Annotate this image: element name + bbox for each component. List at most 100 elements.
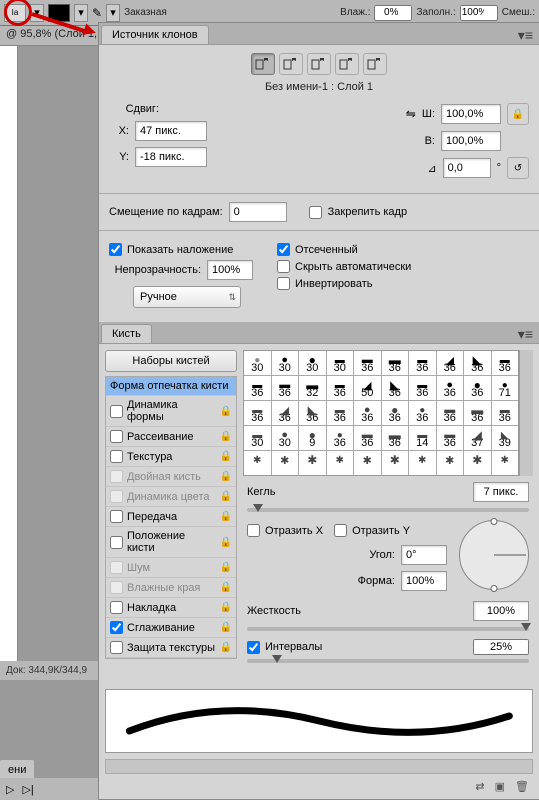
new-preset-icon[interactable]: ▣ bbox=[495, 780, 505, 793]
trash-icon[interactable]: 🗑 bbox=[515, 780, 529, 793]
dropdown-icon[interactable]: ▾ bbox=[74, 4, 88, 22]
opacity-input[interactable] bbox=[207, 260, 253, 280]
brush-preset-cell[interactable]: ▬36 bbox=[327, 401, 354, 425]
brush-preset-cell[interactable]: ▬36 bbox=[437, 426, 464, 450]
brush-preset-cell[interactable]: ◢36 bbox=[272, 401, 299, 425]
invert-checkbox[interactable] bbox=[277, 277, 290, 290]
brush-tab[interactable]: Кисть bbox=[101, 324, 152, 343]
flip-h-icon[interactable]: ⇋ bbox=[406, 107, 416, 121]
brush-preset-cell[interactable]: ▬36 bbox=[409, 376, 436, 400]
clipped-checkbox[interactable] bbox=[277, 243, 290, 256]
clone-slot-2[interactable] bbox=[279, 53, 303, 75]
brush-preset-cell[interactable]: ✱ bbox=[437, 451, 464, 475]
option-checkbox[interactable] bbox=[110, 450, 123, 463]
brush-preset-cell[interactable]: ◢37 bbox=[464, 426, 491, 450]
y-offset-input[interactable] bbox=[135, 147, 207, 167]
size-slider[interactable] bbox=[247, 508, 529, 512]
brush-preset-cell[interactable]: ▬30 bbox=[327, 351, 354, 375]
brush-preset-cell[interactable]: ◣36 bbox=[382, 376, 409, 400]
lock-aspect-button[interactable]: 🔒 bbox=[507, 103, 529, 125]
spacing-slider[interactable] bbox=[247, 659, 529, 663]
clone-slot-4[interactable] bbox=[335, 53, 359, 75]
clone-slot-1[interactable] bbox=[251, 53, 275, 75]
fill-input[interactable] bbox=[460, 5, 498, 21]
brush-preset-cell[interactable]: ▬30 bbox=[244, 426, 271, 450]
brush-preset-cell[interactable]: ▬36 bbox=[354, 426, 381, 450]
option-checkbox[interactable] bbox=[110, 561, 123, 574]
option-checkbox[interactable] bbox=[110, 430, 123, 443]
brush-preset-cell[interactable]: ◢36 bbox=[437, 351, 464, 375]
brush-preset-cell[interactable]: ✱ bbox=[244, 451, 271, 475]
brush-preset-cell[interactable]: ●30 bbox=[272, 351, 299, 375]
angle-roundness-widget[interactable] bbox=[459, 520, 529, 590]
brush-preset-cell[interactable]: ▬36 bbox=[244, 376, 271, 400]
lock-frame-checkbox[interactable] bbox=[309, 206, 322, 219]
width-input[interactable] bbox=[441, 104, 501, 124]
roundness-input[interactable] bbox=[401, 571, 447, 591]
brush-preset-cell[interactable]: ●71 bbox=[492, 376, 519, 400]
x-offset-input[interactable] bbox=[135, 121, 207, 141]
brush-preset-cell[interactable]: ▬36 bbox=[244, 401, 271, 425]
toggle-icon[interactable]: ⇄ bbox=[475, 780, 484, 793]
brush-preset-cell[interactable]: ✱ bbox=[327, 451, 354, 475]
brush-preset-cell[interactable]: ✱ bbox=[409, 451, 436, 475]
option-checkbox[interactable] bbox=[110, 581, 123, 594]
brush-option-item[interactable]: Положение кисти🔒 bbox=[106, 527, 236, 558]
brush-option-item[interactable]: Передача🔒 bbox=[106, 507, 236, 527]
spacing-input[interactable] bbox=[473, 639, 529, 655]
height-input[interactable] bbox=[441, 131, 501, 151]
panel-menu-icon[interactable]: ▾≡ bbox=[512, 27, 539, 44]
size-input[interactable] bbox=[473, 482, 529, 502]
brush-preset-cell[interactable]: ✱ bbox=[464, 451, 491, 475]
option-checkbox[interactable] bbox=[110, 510, 123, 523]
angle-input[interactable] bbox=[443, 158, 491, 178]
brush-preset-cell[interactable]: ▬14 bbox=[409, 426, 436, 450]
option-checkbox[interactable] bbox=[110, 536, 123, 549]
auto-hide-checkbox[interactable] bbox=[277, 260, 290, 273]
bottom-panel-tab[interactable]: ени bbox=[0, 760, 34, 780]
option-checkbox[interactable] bbox=[110, 470, 123, 483]
show-overlay-checkbox[interactable] bbox=[109, 243, 122, 256]
brush-preset-cell[interactable]: ◣39 bbox=[492, 426, 519, 450]
clone-source-tab[interactable]: Источник клонов bbox=[101, 25, 209, 44]
brush-preset-cell[interactable]: ✱ bbox=[299, 451, 326, 475]
brush-preset-cell[interactable]: ▬36 bbox=[327, 376, 354, 400]
brush-preset-cell[interactable]: ●36 bbox=[327, 426, 354, 450]
brush-option-item[interactable]: Форма отпечатка кисти bbox=[106, 377, 236, 396]
overlay-mode-select[interactable]: Ручное bbox=[133, 286, 241, 308]
brush-preset-cell[interactable]: ●36 bbox=[409, 401, 436, 425]
hardness-slider[interactable] bbox=[247, 627, 529, 631]
brush-preset-cell[interactable]: ▬36 bbox=[382, 351, 409, 375]
brush-option-item[interactable]: Текстура🔒 bbox=[106, 447, 236, 467]
brush-preset-cell[interactable]: ▬32 bbox=[299, 376, 326, 400]
option-checkbox[interactable] bbox=[110, 621, 123, 634]
next-frame-icon[interactable]: ▷| bbox=[22, 783, 33, 796]
brush-preset-cell[interactable]: ●30 bbox=[299, 351, 326, 375]
option-checkbox[interactable] bbox=[110, 641, 123, 654]
flip-y-checkbox[interactable] bbox=[334, 524, 347, 537]
flip-x-checkbox[interactable] bbox=[247, 524, 260, 537]
brush-preset-cell[interactable]: ◣36 bbox=[464, 351, 491, 375]
dropdown-icon[interactable]: ▾ bbox=[106, 4, 120, 22]
scrollbar[interactable] bbox=[519, 350, 533, 476]
brush-option-item[interactable]: Шум🔒 bbox=[106, 558, 236, 578]
brush-option-item[interactable]: Двойная кисть🔒 bbox=[106, 467, 236, 487]
wet-input[interactable] bbox=[374, 5, 412, 21]
play-icon[interactable]: ▷ bbox=[6, 783, 14, 796]
hardness-input[interactable] bbox=[473, 601, 529, 621]
option-checkbox[interactable] bbox=[110, 601, 123, 614]
brush-option-item[interactable]: Сглаживание🔒 bbox=[106, 618, 236, 638]
brush-preset-cell[interactable]: ✱ bbox=[492, 451, 519, 475]
brush-presets-button[interactable]: Наборы кистей bbox=[105, 350, 237, 372]
brush-option-item[interactable]: Динамика формы🔒 bbox=[106, 396, 236, 427]
brush-preset-cell[interactable]: ●36 bbox=[437, 376, 464, 400]
brush-preset-cell[interactable]: ●36 bbox=[382, 401, 409, 425]
brush-preset-cell[interactable]: ✱ bbox=[382, 451, 409, 475]
panel-menu-icon[interactable]: ▾≡ bbox=[512, 326, 539, 343]
brush-preset-cell[interactable]: ●36 bbox=[464, 376, 491, 400]
brush-preset-cell[interactable]: ▬36 bbox=[437, 401, 464, 425]
brush-preset-cell[interactable]: ▬36 bbox=[409, 351, 436, 375]
brush-preset-cell[interactable]: ◣36 bbox=[299, 401, 326, 425]
brush-preset-cell[interactable]: ●36 bbox=[354, 401, 381, 425]
option-checkbox[interactable] bbox=[110, 490, 123, 503]
